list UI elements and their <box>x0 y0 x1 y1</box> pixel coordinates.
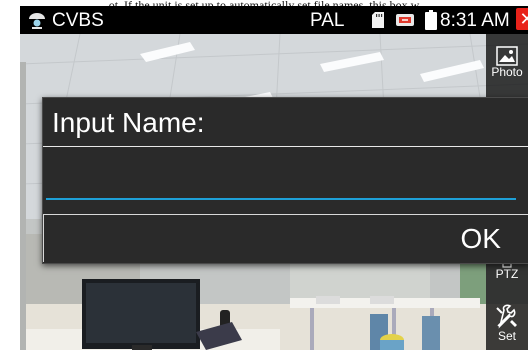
tools-icon <box>496 304 517 329</box>
camera-app-icon <box>29 13 45 29</box>
photo-button[interactable]: Photo <box>486 46 528 79</box>
photo-icon <box>496 46 518 66</box>
sd-card-icon <box>372 12 384 28</box>
dialog-title: Input Name: <box>52 107 205 138</box>
dialog-title-bar: Input Name: <box>43 98 528 147</box>
photo-label: Photo <box>491 65 523 79</box>
close-button[interactable]: ✕ <box>516 8 528 30</box>
name-input[interactable] <box>46 150 516 200</box>
input-name-dialog: Input Name: OK <box>42 97 528 264</box>
device-screen: CVBS PAL 8:31 AM ✕ Photo PTZ Set Input N… <box>20 6 528 350</box>
ok-button[interactable]: OK <box>43 214 528 262</box>
set-button[interactable]: Set <box>486 304 528 343</box>
close-icon: ✕ <box>519 9 528 29</box>
set-label: Set <box>497 329 516 343</box>
ptz-label: PTZ <box>495 267 519 281</box>
clock: 8:31 AM <box>440 10 510 31</box>
status-bar: CVBS PAL 8:31 AM ✕ <box>20 6 528 34</box>
signal-format: PAL <box>310 10 345 31</box>
battery-icon <box>425 10 437 30</box>
sync-icon <box>396 14 414 26</box>
app-title: CVBS <box>52 10 104 31</box>
